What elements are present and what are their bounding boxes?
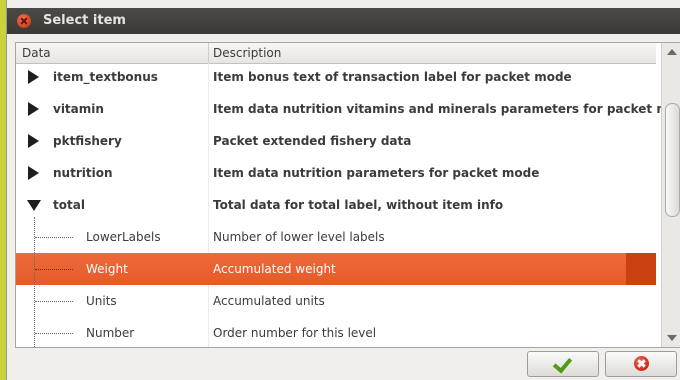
tree-guide-line — [34, 217, 35, 347]
row-description: Number of lower level labels — [213, 230, 385, 244]
row-data: vitamin — [53, 102, 104, 116]
row-data: pktfishery — [53, 134, 122, 148]
tree-row-number[interactable]: Number Order number for this level — [16, 317, 656, 347]
tree-row-nutrition[interactable]: nutrition Item data nutrition parameters… — [16, 157, 656, 189]
row-description: Accumulated units — [213, 294, 325, 308]
row-data: nutrition — [53, 166, 113, 180]
tree-row-units[interactable]: Units Accumulated units — [16, 285, 656, 317]
check-icon — [552, 353, 573, 374]
scroll-up-icon[interactable] — [667, 49, 677, 55]
scroll-thumb[interactable] — [665, 103, 680, 217]
title-bar: Select item — [7, 8, 680, 34]
item-tree[interactable]: Data Description item_textbonus Item bon… — [15, 42, 680, 348]
row-data: Units — [86, 294, 117, 308]
row-description: Item data nutrition parameters for packe… — [213, 166, 540, 180]
row-description: Item bonus text of transaction label for… — [213, 70, 572, 84]
select-item-dialog: Select item Data Description item_textbo… — [6, 0, 680, 380]
row-description: Item data nutrition vitamins and mineral… — [213, 102, 680, 116]
vertical-scrollbar[interactable] — [661, 43, 680, 347]
tree-row-total[interactable]: total Total data for total label, withou… — [16, 189, 656, 221]
selection-shade — [626, 253, 656, 285]
window-title: Select item — [43, 13, 126, 28]
column-header-data[interactable]: Data — [22, 46, 51, 60]
column-header-description[interactable]: Description — [213, 46, 281, 60]
tree-connector — [35, 333, 73, 334]
tree-connector — [35, 301, 73, 302]
ok-button[interactable] — [527, 351, 599, 377]
expand-arrow-icon[interactable] — [28, 166, 39, 180]
collapse-arrow-icon[interactable] — [27, 200, 41, 211]
expand-arrow-icon[interactable] — [28, 134, 39, 148]
row-data: total — [53, 198, 85, 212]
row-data: item_textbonus — [53, 70, 158, 84]
row-description: Packet extended fishery data — [213, 134, 412, 148]
row-description: Total data for total label, without item… — [213, 198, 504, 212]
tree-connector — [35, 269, 73, 270]
row-data: Weight — [86, 262, 128, 276]
tree-row-weight[interactable]: Weight Accumulated weight — [16, 253, 656, 285]
close-window-icon[interactable] — [17, 14, 31, 28]
scroll-down-icon[interactable] — [667, 335, 677, 341]
tree-row-vitamin[interactable]: vitamin Item data nutrition vitamins and… — [16, 93, 680, 125]
cancel-icon — [634, 356, 649, 371]
row-data: LowerLabels — [86, 230, 161, 244]
tree-row-item-textbonus[interactable]: item_textbonus Item bonus text of transa… — [16, 61, 656, 93]
tree-row-lowerlabels[interactable]: LowerLabels Number of lower level labels — [16, 221, 656, 253]
expand-arrow-icon[interactable] — [28, 70, 39, 84]
row-data: Number — [86, 326, 135, 340]
row-description: Accumulated weight — [213, 262, 336, 276]
cancel-button[interactable] — [605, 351, 677, 377]
tree-row-pktfishery[interactable]: pktfishery Packet extended fishery data — [16, 125, 656, 157]
row-description: Order number for this level — [213, 326, 377, 340]
tree-connector — [35, 237, 73, 238]
expand-arrow-icon[interactable] — [28, 102, 39, 116]
column-separator — [208, 43, 209, 63]
